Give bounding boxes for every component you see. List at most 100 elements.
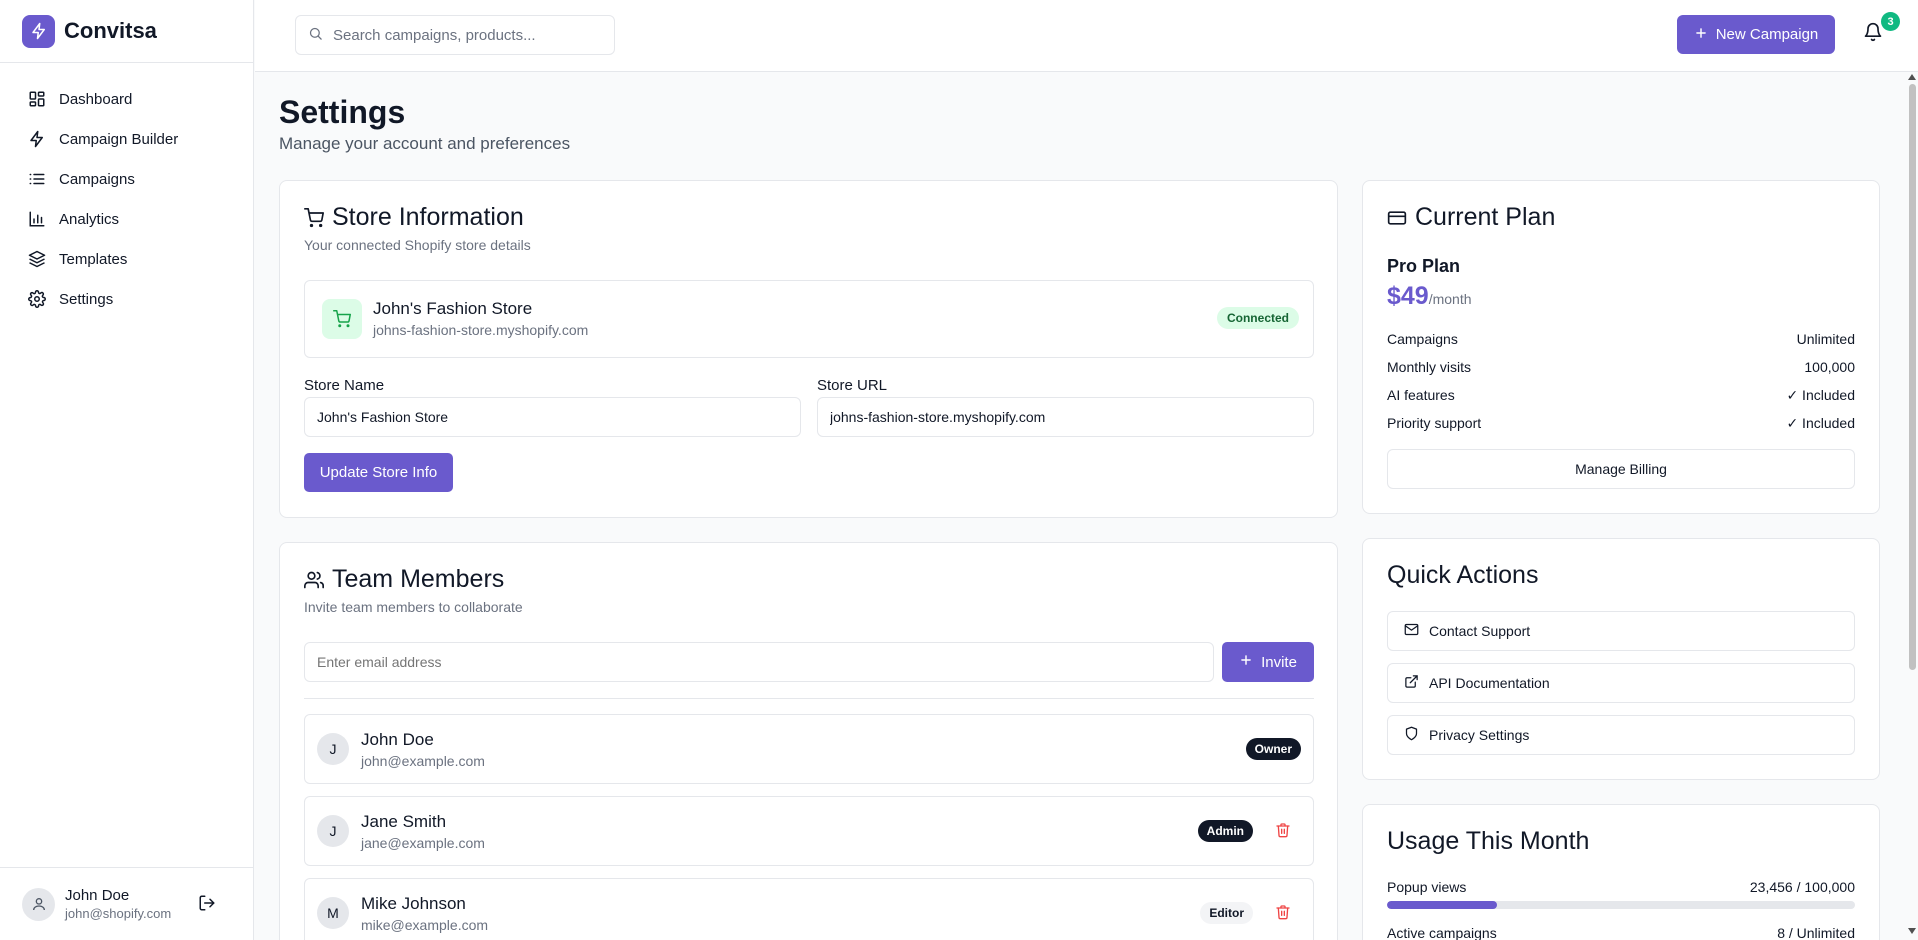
team-members-card: Team Members Invite team members to coll… <box>279 542 1338 940</box>
dashboard-icon <box>27 89 47 109</box>
team-member-row: J John Doe john@example.com Owner <box>304 714 1314 784</box>
api-documentation-button[interactable]: API Documentation <box>1387 663 1855 703</box>
member-name: Mike Johnson <box>361 894 466 913</box>
gear-icon <box>27 289 47 309</box>
sidebar-item-label: Analytics <box>59 210 120 228</box>
quick-actions-card: Quick Actions Contact Support API Docume… <box>1362 538 1880 780</box>
list-icon <box>27 169 47 189</box>
page-subtitle: Manage your account and preferences <box>279 134 571 153</box>
sidebar-nav: Dashboard Campaign Builder Campaigns Ana… <box>0 63 253 319</box>
plan-feature-row: Priority support ✓ Included <box>1387 415 1855 431</box>
plan-feature-row: Campaigns Unlimited <box>1387 331 1855 347</box>
role-badge: Editor <box>1200 902 1253 924</box>
update-store-button[interactable]: Update Store Info <box>304 453 453 492</box>
store-url-label: Store URL <box>817 377 888 394</box>
mail-icon <box>1404 622 1419 640</box>
brand: Convitsa <box>0 0 253 63</box>
progress-fill <box>1387 901 1497 909</box>
trash-icon[interactable] <box>1275 822 1291 842</box>
lightning-logo-icon <box>22 14 55 48</box>
usage-row: Popup views 23,456 / 100,000 <box>1387 879 1855 895</box>
avatar: M <box>317 897 349 929</box>
plus-icon <box>1694 26 1708 44</box>
sidebar-item-label: Templates <box>59 250 128 268</box>
sidebar-item-campaigns[interactable]: Campaigns <box>0 159 253 199</box>
plan-name: Pro Plan <box>1387 256 1461 276</box>
user-avatar-icon <box>22 887 55 921</box>
notification-badge: 3 <box>1881 12 1900 31</box>
shield-icon <box>1404 726 1419 744</box>
plan-feature-row: Monthly visits 100,000 <box>1387 359 1855 375</box>
role-badge: Admin <box>1197 820 1253 842</box>
cart-icon <box>322 299 362 339</box>
card-subtitle: Invite team members to collaborate <box>304 599 523 615</box>
connected-store: John's Fashion Store johns-fashion-store… <box>304 280 1314 358</box>
search-input[interactable] <box>333 26 603 44</box>
user-profile: John Doe john@shopify.com <box>0 867 254 940</box>
current-plan-card: Current Plan Pro Plan $49/month Campaign… <box>1362 180 1880 514</box>
card-title: Store Information <box>332 203 524 231</box>
invite-email-field[interactable] <box>304 642 1214 682</box>
plan-feature-row: AI features ✓ Included <box>1387 387 1855 403</box>
user-email: john@shopify.com <box>65 906 172 921</box>
scrollbar-thumb[interactable] <box>1909 84 1916 670</box>
logout-icon[interactable] <box>198 894 216 916</box>
bell-icon[interactable] <box>1863 22 1883 46</box>
avatar: J <box>317 733 349 765</box>
scroll-down-icon[interactable] <box>1908 928 1916 934</box>
divider <box>304 698 1314 699</box>
brand-name: Convitsa <box>64 18 157 43</box>
member-name: John Doe <box>361 730 434 749</box>
popup-views-progress <box>1387 901 1855 909</box>
team-member-row: J Jane Smith jane@example.com Admin <box>304 796 1314 866</box>
status-badge: Connected <box>1216 307 1299 329</box>
cart-icon <box>304 207 324 228</box>
sidebar-item-label: Campaign Builder <box>59 130 179 148</box>
plus-icon <box>1239 653 1253 671</box>
sidebar-item-analytics[interactable]: Analytics <box>0 199 253 239</box>
invite-label: Invite <box>1261 653 1297 671</box>
lightning-icon <box>27 129 47 149</box>
sidebar-item-dashboard[interactable]: Dashboard <box>0 79 253 119</box>
page-title: Settings <box>279 94 406 130</box>
usage-card: Usage This Month Popup views 23,456 / 100… <box>1362 804 1880 940</box>
store-url: johns-fashion-store.myshopify.com <box>373 322 589 338</box>
sidebar-item-templates[interactable]: Templates <box>0 239 253 279</box>
sidebar-item-label: Dashboard <box>59 90 133 108</box>
store-name: John's Fashion Store <box>373 299 533 318</box>
privacy-settings-button[interactable]: Privacy Settings <box>1387 715 1855 755</box>
layers-icon <box>27 249 47 269</box>
role-badge: Owner <box>1245 738 1301 760</box>
sidebar-item-label: Campaigns <box>59 170 135 188</box>
member-name: Jane Smith <box>361 812 447 831</box>
scroll-up-icon[interactable] <box>1908 74 1916 80</box>
card-title: Usage This Month <box>1387 827 1590 855</box>
new-campaign-button[interactable]: New Campaign <box>1677 15 1835 54</box>
search-icon <box>308 26 323 45</box>
user-name: John Doe <box>65 887 130 904</box>
card-title: Quick Actions <box>1387 561 1539 589</box>
plan-price: $49/month <box>1387 282 1472 310</box>
sidebar-item-settings[interactable]: Settings <box>0 279 253 319</box>
store-information-card: Store Information Your connected Shopify… <box>279 180 1338 518</box>
store-url-field[interactable] <box>817 397 1314 437</box>
store-name-field[interactable] <box>304 397 801 437</box>
plan-period: /month <box>1428 291 1472 307</box>
manage-billing-button[interactable]: Manage Billing <box>1387 449 1855 489</box>
member-email: jane@example.com <box>361 835 485 851</box>
sidebar: Convitsa Dashboard Campaign Builder Camp… <box>0 0 254 940</box>
sidebar-item-label: Settings <box>59 290 114 308</box>
card-title: Current Plan <box>1415 203 1556 231</box>
users-icon <box>304 570 324 590</box>
usage-row: Active campaigns 8 / Unlimited <box>1387 925 1855 940</box>
invite-button[interactable]: Invite <box>1222 642 1314 682</box>
new-campaign-label: New Campaign <box>1715 26 1819 43</box>
card-subtitle: Your connected Shopify store details <box>304 237 531 253</box>
search-box <box>295 15 615 55</box>
sidebar-item-campaign-builder[interactable]: Campaign Builder <box>0 119 253 159</box>
member-email: mike@example.com <box>361 917 489 933</box>
trash-icon[interactable] <box>1275 904 1291 924</box>
avatar: J <box>317 815 349 847</box>
top-bar: New Campaign 3 <box>255 0 1918 72</box>
contact-support-button[interactable]: Contact Support <box>1387 611 1855 651</box>
